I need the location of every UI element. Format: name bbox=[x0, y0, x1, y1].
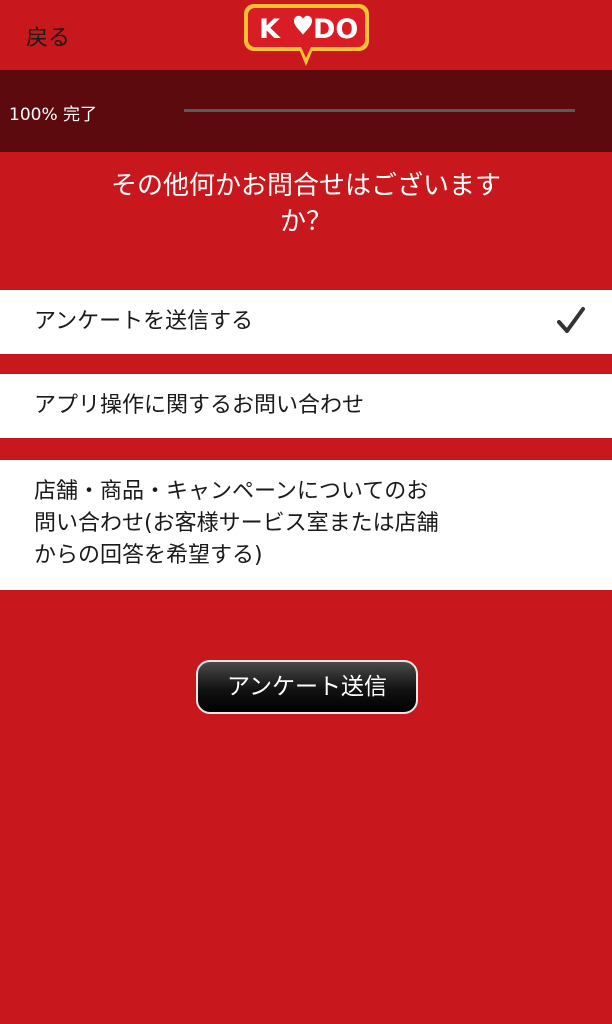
option-label-line-1: 店舗・商品・キャンペーンについてのお bbox=[34, 479, 429, 504]
option-label-line-2: 問い合わせ(お客様サービス室または店舗 bbox=[34, 511, 439, 536]
question-line-1: その他何かお問合せはございます bbox=[110, 171, 501, 201]
logo-letter-k: K bbox=[259, 14, 281, 45]
logo-letters-do: DO bbox=[313, 14, 358, 45]
progress-bar bbox=[184, 109, 575, 112]
option-send-survey[interactable]: アンケートを送信する bbox=[0, 290, 612, 354]
question-text: その他何かお問合せはございます か？ bbox=[60, 168, 552, 240]
back-button[interactable]: 戻る bbox=[26, 20, 70, 52]
header: 戻る K DO bbox=[0, 0, 612, 70]
option-label-line-3: からの回答を希望する) bbox=[34, 543, 263, 568]
option-label: アプリ操作に関するお問い合わせ bbox=[34, 393, 365, 418]
progress-fill bbox=[184, 109, 575, 112]
option-label: 店舗・商品・キャンペーンについてのお 問い合わせ(お客様サービス室または店舗 か… bbox=[34, 476, 439, 572]
progress-area: 100% 完了 bbox=[0, 70, 612, 152]
option-label: アンケートを送信する bbox=[34, 309, 254, 334]
kodo-logo: K DO bbox=[244, 4, 369, 66]
checkmark-icon bbox=[557, 307, 585, 333]
option-store-inquiry[interactable]: 店舗・商品・キャンペーンについてのお 問い合わせ(お客様サービス室または店舗 か… bbox=[0, 460, 612, 590]
progress-label: 100% 完了 bbox=[9, 105, 98, 125]
submit-survey-button[interactable]: アンケート送信 bbox=[196, 660, 418, 714]
option-app-inquiry[interactable]: アプリ操作に関するお問い合わせ bbox=[0, 374, 612, 438]
question-line-2: か？ bbox=[279, 207, 332, 237]
